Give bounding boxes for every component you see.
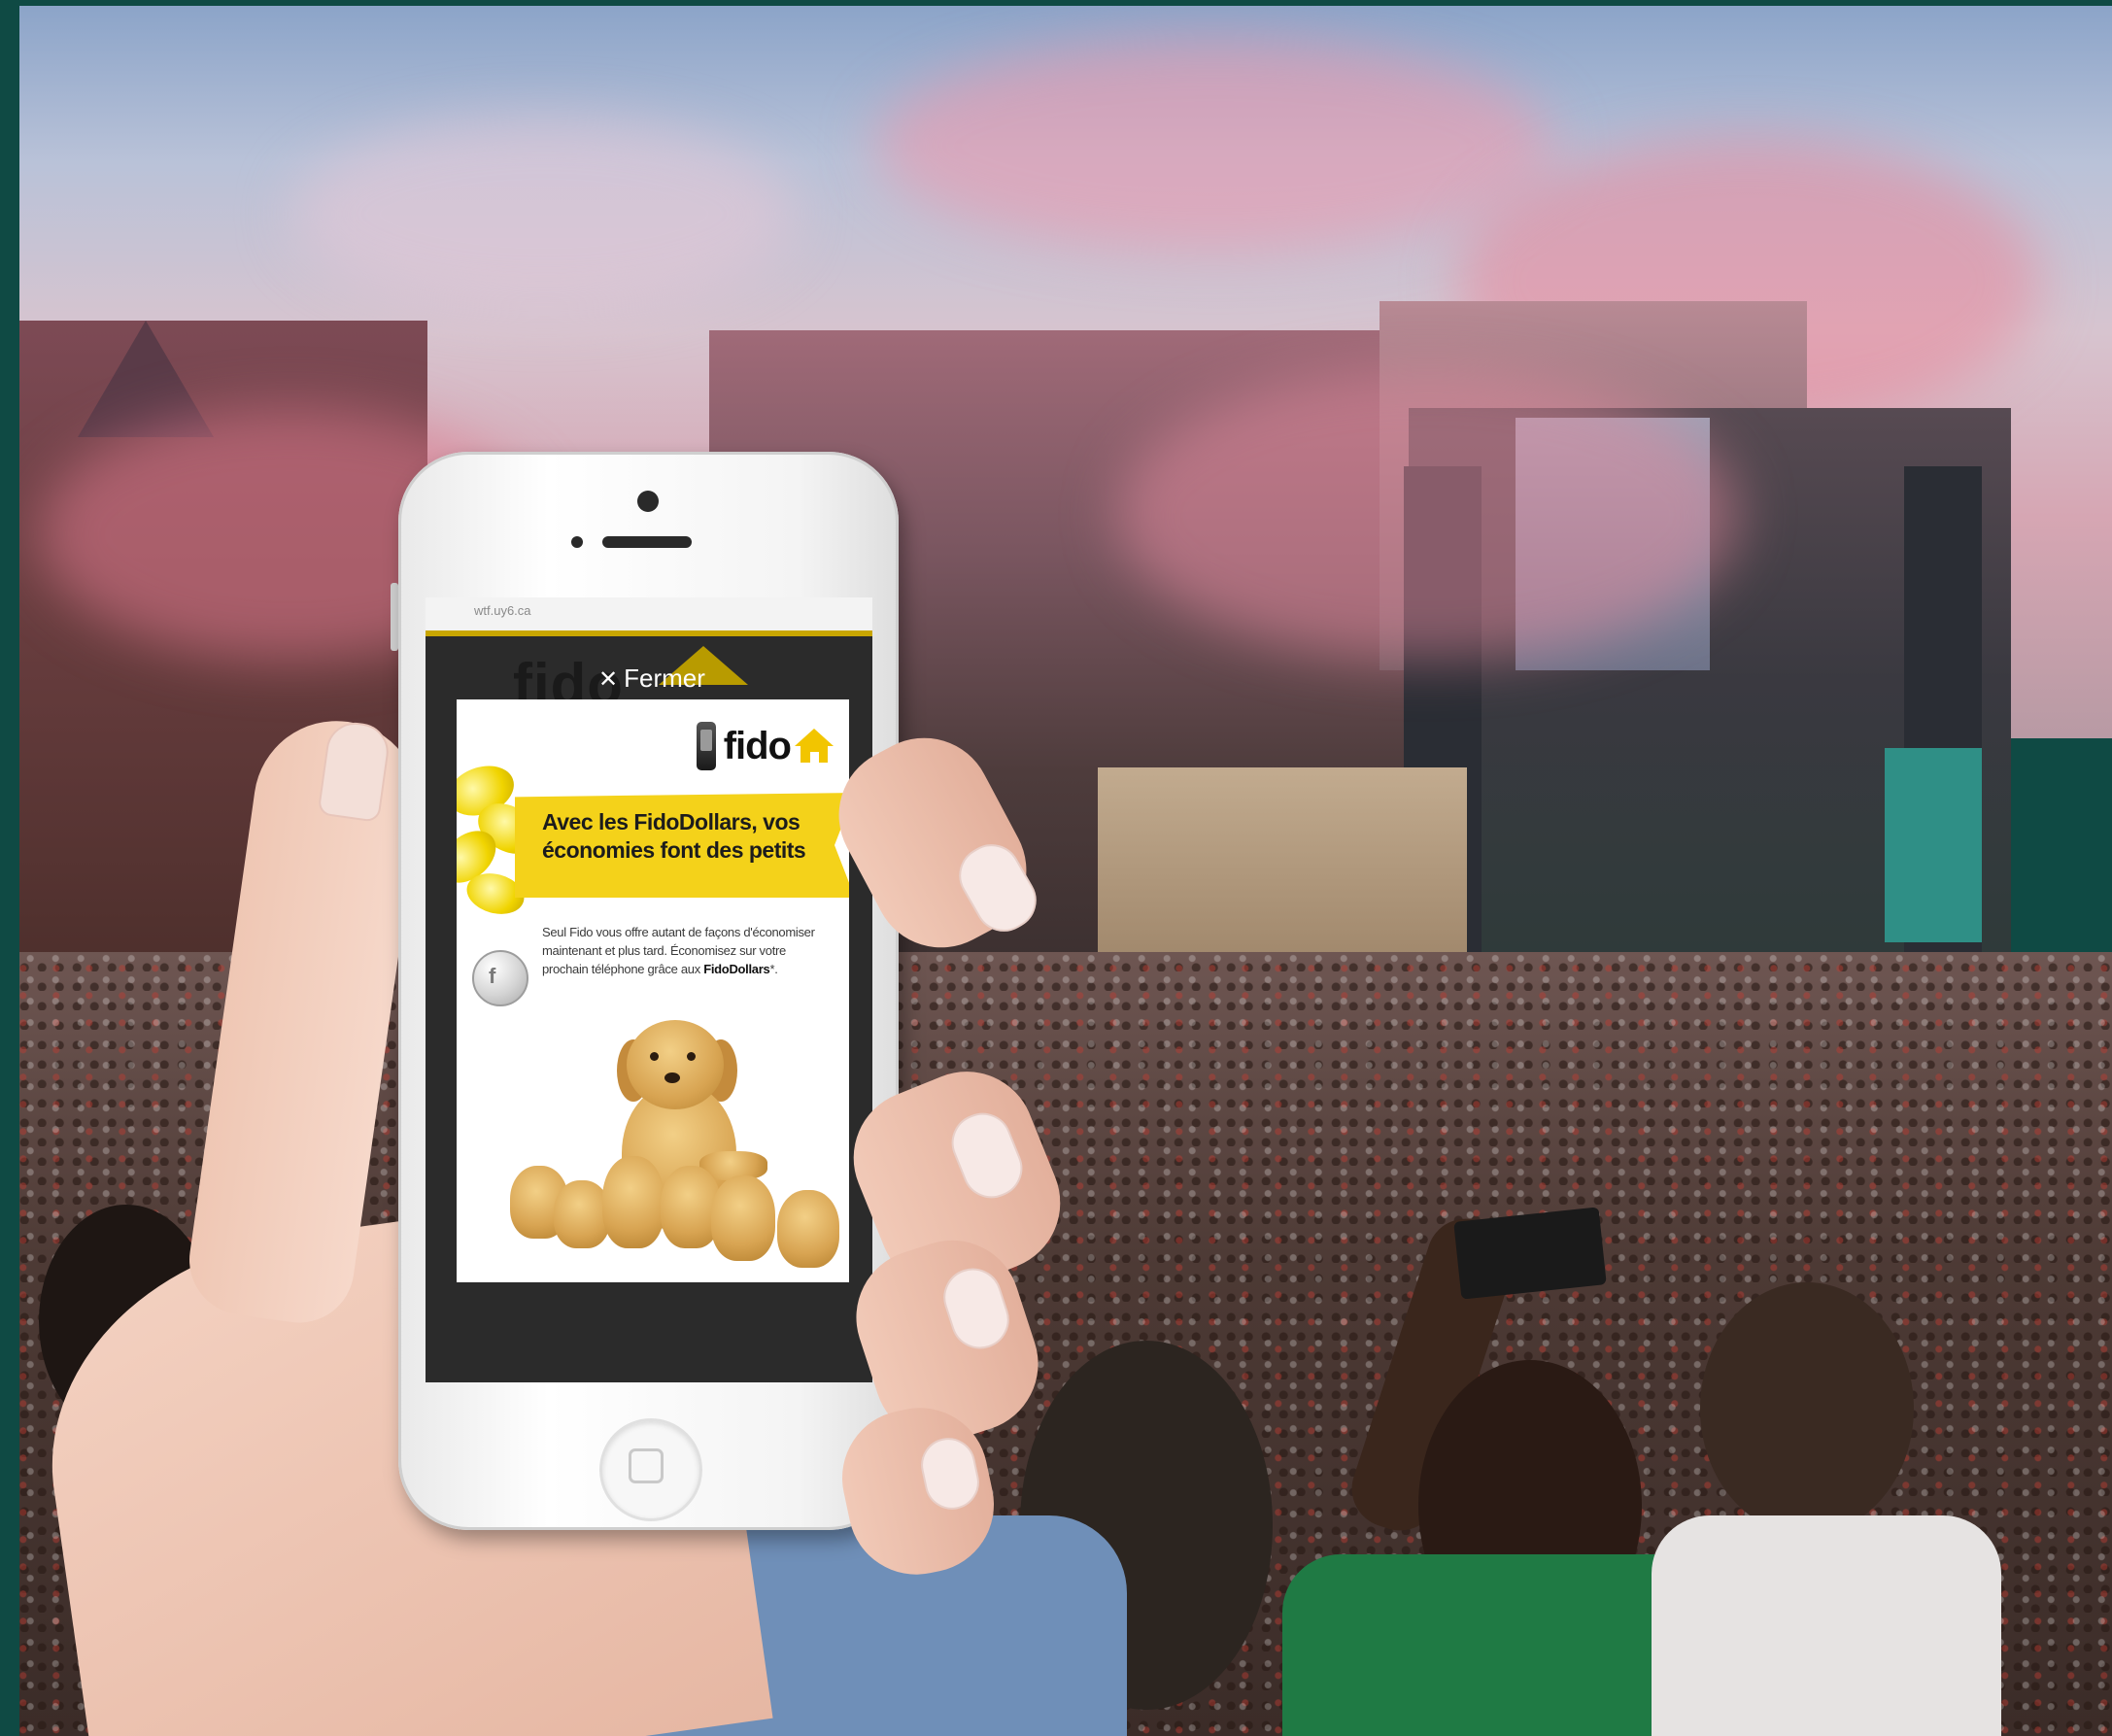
crowd-person — [1700, 1282, 1914, 1535]
crowd-person — [1652, 1515, 2001, 1736]
front-camera-icon — [637, 491, 659, 512]
golden-retriever-image — [457, 1020, 849, 1282]
proximity-sensor — [571, 536, 583, 548]
logo-text: fido — [723, 724, 792, 767]
pink-smoke — [1117, 369, 1739, 661]
ad-body-text: Seul Fido vous offre autant de façons d'… — [542, 923, 824, 978]
body-bold: FidoDollars — [703, 962, 770, 976]
phone-icon — [696, 722, 716, 770]
close-ad-button[interactable]: ✕ Fermer — [598, 664, 705, 694]
pink-smoke — [874, 39, 1554, 253]
close-x-icon: ✕ — [598, 666, 619, 693]
home-square-icon — [629, 1448, 664, 1483]
stage-prop — [1885, 748, 1982, 942]
pink-smoke — [291, 117, 797, 311]
browser-url-bar[interactable]: wtf.uy6.ca — [426, 597, 872, 636]
puppy — [711, 1175, 775, 1261]
stage-wall — [1098, 767, 1467, 981]
puppy — [777, 1190, 839, 1268]
dog-eye — [650, 1052, 659, 1061]
fidodollar-coin-icon — [472, 950, 528, 1006]
coin-mark: f — [489, 964, 496, 988]
close-label: Fermer — [624, 664, 705, 693]
crowd-phone — [1453, 1207, 1607, 1300]
dog-nose — [664, 1072, 680, 1083]
house-icon — [795, 729, 834, 764]
ad-headline: Avec les FidoDollars, vos économies font… — [542, 809, 806, 863]
adult-dog-head — [627, 1020, 724, 1109]
url-text: wtf.uy6.ca — [474, 603, 531, 618]
fido-logo: fido — [696, 719, 834, 773]
earpiece-speaker — [602, 536, 692, 548]
fido-ad-card[interactable]: fido Avec les FidoDollars, vos économies… — [457, 699, 849, 1282]
body-suffix: *. — [769, 962, 778, 976]
dog-eye — [687, 1052, 696, 1061]
puppy — [602, 1156, 664, 1248]
phone-side-button — [391, 583, 398, 651]
phone-screen: wtf.uy6.ca fido ✕ Fermer fido Avec les Fi… — [426, 597, 872, 1382]
festival-photo: wtf.uy6.ca fido ✕ Fermer fido Avec les Fi… — [0, 0, 2112, 1736]
